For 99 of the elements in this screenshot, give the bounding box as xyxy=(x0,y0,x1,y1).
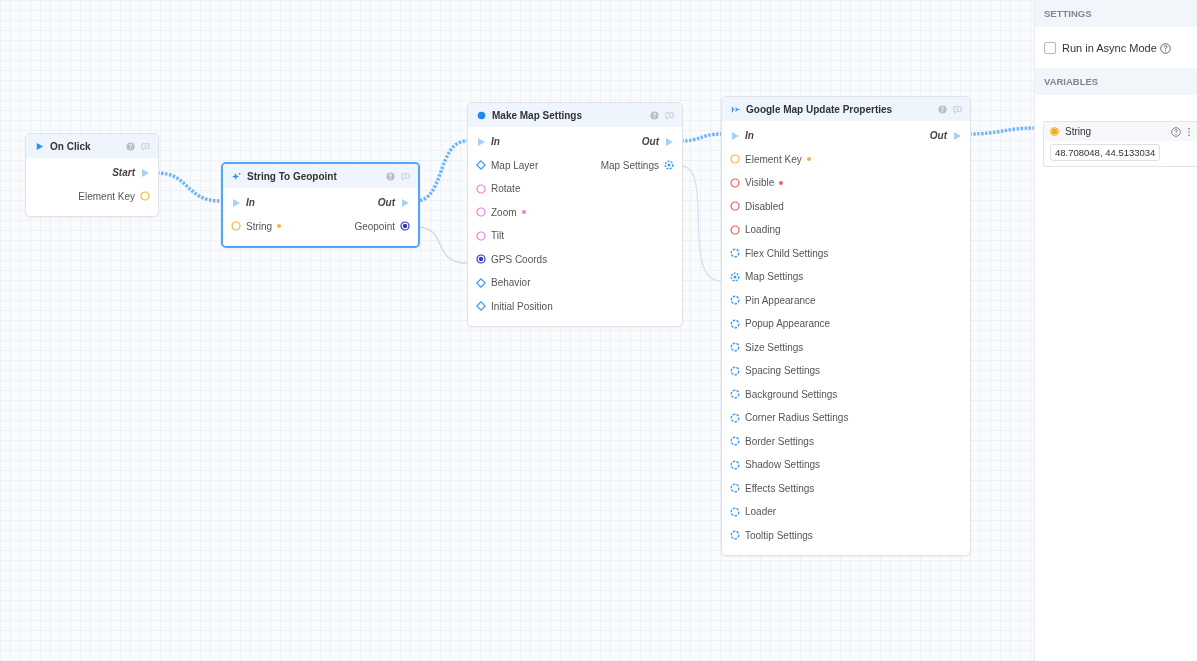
circle-pin-icon[interactable] xyxy=(730,177,740,188)
circle-pin-icon[interactable] xyxy=(730,154,740,165)
play-icon xyxy=(35,141,44,151)
more-icon[interactable] xyxy=(1187,126,1191,137)
pin-label: Disabled xyxy=(745,200,784,212)
dashed-circle-pin-icon[interactable] xyxy=(730,248,740,259)
circle-pin-icon[interactable] xyxy=(476,183,486,194)
node-card[interactable]: String To Geopoint In Out String Geopoint xyxy=(221,162,420,248)
dashed-circle-pin-icon[interactable] xyxy=(730,530,740,541)
diamond-pin-icon[interactable] xyxy=(476,160,486,171)
node-title: String To Geopoint xyxy=(247,170,338,182)
pin-label: Flex Child Settings xyxy=(745,247,829,259)
exec-pin-icon[interactable] xyxy=(952,130,962,141)
exec-wire xyxy=(680,132,722,143)
help-icon[interactable] xyxy=(1159,42,1171,54)
pin-label: Map Layer xyxy=(491,159,539,171)
pin-label: Geopoint xyxy=(354,220,395,232)
dashed-circle-pin-icon[interactable] xyxy=(730,506,740,517)
exec-pin-icon[interactable] xyxy=(140,167,150,178)
pin-label: In xyxy=(491,136,500,148)
option-label: Run in Async Mode xyxy=(1062,42,1157,54)
pin-label: Start xyxy=(112,167,135,179)
variable-name: String xyxy=(1065,126,1093,137)
pin-label: Effects Settings xyxy=(745,482,815,494)
value-field[interactable]: 48.708048, 44.5133034 xyxy=(1050,144,1161,161)
exec-pin-icon[interactable] xyxy=(730,130,740,141)
pin-label: Shadow Settings xyxy=(745,459,821,471)
pin-label: Map Settings xyxy=(745,271,804,283)
checkbox[interactable] xyxy=(1044,42,1056,54)
pin-label: Out xyxy=(377,197,395,209)
node-title: Google Map Update Properties xyxy=(746,103,894,115)
pin-label: Element Key xyxy=(745,153,802,165)
pin-label: In xyxy=(246,197,255,209)
dashed-circle-pin-icon[interactable] xyxy=(730,459,740,470)
pin-label: Size Settings xyxy=(745,341,804,353)
exec-pin-icon[interactable] xyxy=(400,197,410,208)
circle-pin-icon[interactable] xyxy=(476,207,486,218)
variable-card[interactable]: String 48.708048, 44.5133034 xyxy=(1043,121,1197,167)
pin-label: Out xyxy=(641,136,659,148)
dashed-circle-pin-icon[interactable] xyxy=(730,342,740,353)
dashed-circle-pin-icon[interactable] xyxy=(730,365,740,376)
pin-label: Tooltip Settings xyxy=(745,529,813,541)
dashed-circle-pin-icon[interactable] xyxy=(730,483,740,494)
exec-wire xyxy=(156,171,222,203)
pin-label: Border Settings xyxy=(745,435,814,447)
pin-label: Rotate xyxy=(491,183,521,195)
node-card[interactable] xyxy=(721,96,971,556)
pin-label: Loading xyxy=(745,224,781,236)
exec-pin-icon[interactable] xyxy=(231,197,241,208)
help-icon[interactable] xyxy=(650,110,659,120)
node-title: Make Map Settings xyxy=(492,109,584,121)
pin-label: Map Settings xyxy=(600,159,659,171)
circle-pin-icon[interactable] xyxy=(140,191,150,202)
exec-pin-icon[interactable] xyxy=(476,136,486,147)
circle-pin-icon[interactable] xyxy=(476,230,486,241)
pin-label: Visible xyxy=(745,177,775,189)
pin-label: Spacing Settings xyxy=(745,365,821,377)
help-icon[interactable] xyxy=(1171,126,1181,137)
pin-label: Element Key xyxy=(78,190,135,202)
node-title: On Click xyxy=(50,140,92,152)
help-icon[interactable] xyxy=(386,171,395,181)
target-pin-icon[interactable] xyxy=(476,254,486,265)
gear-pin-icon[interactable] xyxy=(664,160,674,171)
exec-wire xyxy=(968,126,1034,136)
dashed-circle-pin-icon[interactable] xyxy=(730,436,740,447)
section-heading: SETTINGS xyxy=(1035,0,1197,27)
help-icon[interactable] xyxy=(938,104,947,114)
pin-label: String xyxy=(246,220,273,232)
pin-label: Corner Radius Settings xyxy=(745,412,849,424)
node-card[interactable]: Make Map Settings In Out Map Layer Map Settings Rotate Zoom Tilt GPS Coords Behavior Initial Position xyxy=(467,102,683,327)
pin-label: Pin Appearance xyxy=(745,294,816,306)
target-pin-icon[interactable] xyxy=(400,221,410,232)
pin-label: Popup Appearance xyxy=(745,318,831,330)
gear-pin-icon[interactable] xyxy=(730,271,740,282)
dashed-circle-pin-icon[interactable] xyxy=(730,389,740,400)
sparkle-icon xyxy=(232,171,241,181)
pin-label: Initial Position xyxy=(491,300,553,312)
function-icon xyxy=(731,104,740,114)
dashed-circle-pin-icon[interactable] xyxy=(730,318,740,329)
pin-label: Out xyxy=(929,130,947,142)
dot-icon xyxy=(477,110,486,120)
circle-pin-icon[interactable] xyxy=(730,201,740,212)
circle-pin-icon[interactable] xyxy=(730,224,740,235)
dashed-circle-pin-icon[interactable] xyxy=(730,295,740,306)
pin-label: Zoom xyxy=(491,206,517,218)
diamond-pin-icon[interactable] xyxy=(476,277,486,288)
pin-label: Tilt xyxy=(491,230,504,242)
dashed-circle-pin-icon[interactable] xyxy=(730,412,740,423)
pin-label: GPS Coords xyxy=(491,253,548,265)
pin-label: Behavior xyxy=(491,277,531,289)
help-icon[interactable] xyxy=(126,141,135,151)
pin-label: Loader xyxy=(745,506,777,518)
section-heading: VARIABLES xyxy=(1035,68,1197,95)
pin-label: In xyxy=(745,130,754,142)
circle-pin-icon[interactable] xyxy=(231,221,241,232)
node-card[interactable]: On Click Start Element Key xyxy=(25,133,159,217)
pin-label: Background Settings xyxy=(745,388,838,400)
exec-pin-icon[interactable] xyxy=(664,136,674,147)
diamond-pin-icon[interactable] xyxy=(476,301,486,312)
